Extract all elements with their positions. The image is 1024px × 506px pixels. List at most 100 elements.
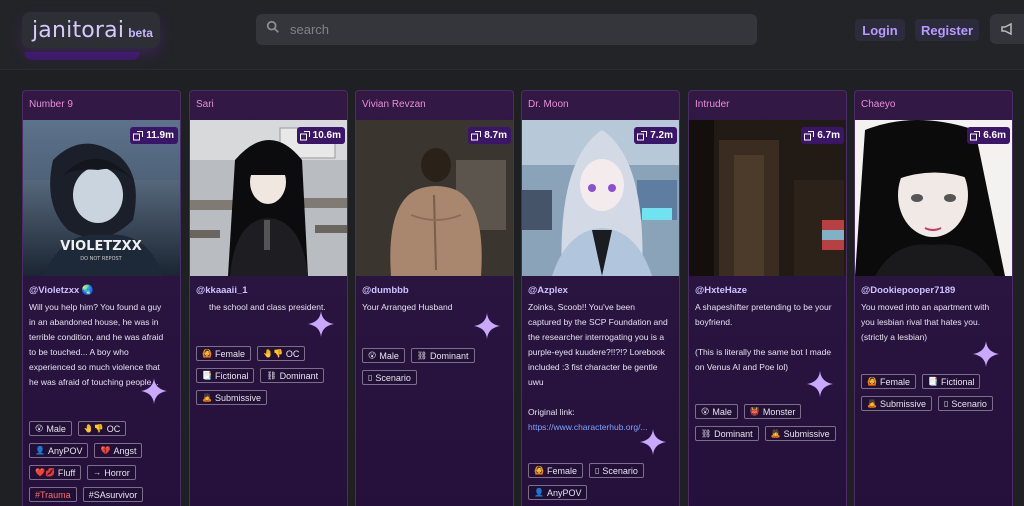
card-title[interactable]: Number 9 [23,91,180,120]
card-title[interactable]: Chaeyo [855,91,1012,120]
description-line: boyfriend. [695,317,733,327]
tag-icon: 🤚👎 [83,424,104,433]
tag[interactable]: 😮 Male [362,348,405,363]
tag[interactable]: 🤚👎 OC [256,346,306,361]
tag[interactable]: ▯ Scenario [362,370,417,385]
character-image[interactable]: VIOLETZXX DO NOT REPOST 11.9m [23,120,180,276]
card-description: A shapeshifter pretending to be your boyf… [689,296,846,375]
tag[interactable]: 👹 Monster [743,404,802,419]
character-card[interactable]: Intruder 6.7m @HxteHaze A shapeshifter pr… [688,90,847,506]
tag[interactable]: → Horror [87,465,136,480]
views-count: 6.6m [983,130,1006,141]
description-line: A shapeshifter pretending to be your [695,302,832,312]
tag[interactable]: 👤 AnyPOV [528,485,588,500]
description-line: Original link: [528,407,575,417]
character-image[interactable]: 7.2m [522,120,679,276]
tag-icon: ▯ [943,399,949,408]
character-card[interactable]: Chaeyo 6.6m @Dookiepooper7189 You moved i… [854,90,1013,506]
tag-icon: 👤 [35,446,45,455]
tag-icon: 📑 [202,371,212,380]
card-title[interactable]: Vivian Revzan [356,91,513,120]
announcement-button[interactable] [990,14,1024,44]
search-input[interactable] [290,22,730,37]
views-badge: 11.9m [130,127,178,144]
sparkle-icon [308,311,334,337]
views-icon [299,130,310,141]
tag[interactable]: 📑 Fictional [921,374,981,389]
login-button[interactable]: Login [855,19,905,41]
description-line: terrible condition, and he was afraid [29,332,164,342]
image-watermark: VIOLETZXX [60,239,141,254]
card-description: Zoinks, Scoob!! You've been captured by t… [522,296,679,435]
tag-label: Dominant [714,428,753,439]
image-watermark-sub: DO NOT REPOST [80,256,122,262]
tag[interactable]: ❤️💋 Fluff [29,465,82,480]
tag[interactable]: #Trauma [29,487,77,502]
tag[interactable]: ⛓ Dominant [695,426,759,441]
tag[interactable]: 👤 AnyPOV [29,443,89,458]
tag[interactable]: ▯ Scenario [588,463,644,478]
tag[interactable]: #SAsurvivor [82,487,144,502]
creator-name[interactable]: @Violetzxx 🌏 [23,276,180,296]
tag-list: 🙆 Female ▯ Scenario 👤 AnyPOV [528,463,675,500]
tag-label: Fictional [940,376,975,387]
creator-name[interactable]: @dumbbb [356,276,513,296]
tag-icon: 😮 [701,407,710,416]
logo-underline [24,52,140,60]
beta-badge: beta [128,26,153,40]
creator-name[interactable]: @Azplex [522,276,679,296]
creator-name[interactable]: @HxteHaze [689,276,846,296]
character-image[interactable]: 6.6m [855,120,1012,276]
description-line [695,330,840,345]
megaphone-icon [1001,22,1012,36]
tag-icon: 🙇 [770,429,781,438]
tag[interactable]: 🙇 Submissive [764,426,836,441]
character-card[interactable]: Vivian Revzan 8.7m @dumbbb Your Arranged … [355,90,514,506]
tag[interactable]: ▯ Scenario [937,396,993,411]
card-title[interactable]: Dr. Moon [522,91,679,120]
creator-name[interactable]: @Dookiepooper7189 [855,276,1012,296]
card-title[interactable]: Sari [190,91,347,120]
tag[interactable]: 😮 Male [695,404,738,419]
tag-label: Horror [104,467,130,478]
tag[interactable]: 🤚👎 OC [77,421,127,436]
tag-icon: 🙇 [867,399,877,408]
tag[interactable]: 😮 Male [29,421,72,436]
register-button[interactable]: Register [915,19,979,41]
character-card[interactable]: Number 9 VIOLETZXX DO NOT REPOST 11.9m @… [22,90,181,506]
description-line: experienced so much violence that [29,362,160,372]
views-badge: 8.7m [468,127,511,144]
tag[interactable]: ⛓ Dominant [410,348,475,363]
tag-icon: 🙆 [867,377,877,386]
tag-label: Angst [113,445,137,456]
tag-label: #Trauma [35,489,71,500]
tag-label: Monster [762,406,796,417]
views-count: 6.7m [817,130,840,141]
character-image[interactable]: 10.6m [190,120,347,276]
tag-label: Male [379,350,399,361]
tag[interactable]: 🙇 Submissive [861,396,932,411]
tag-label: Scenario [602,465,638,476]
tag[interactable]: 🙆 Female [196,346,251,361]
tag-label: Fictional [214,370,249,381]
tag-label: Female [214,348,245,359]
tag-icon: 😮 [35,424,44,433]
character-image[interactable]: 8.7m [356,120,513,276]
tag[interactable]: 🙆 Female [528,463,583,478]
tag[interactable]: 💔 Angst [94,443,143,458]
card-title[interactable]: Intruder [689,91,846,120]
tag-icon: 👤 [534,488,544,497]
tag[interactable]: 🙇 Submissive [196,390,267,405]
tag[interactable]: 📑 Fictional [196,368,255,383]
tag-label: #SAsurvivor [88,489,138,500]
tag-list: 🙆 Female 🤚👎 OC 📑 Fictional ⛓ Dominant 🙇 Submissiv… [196,346,343,405]
search-bar[interactable] [256,14,757,45]
logo[interactable]: janitorai beta [22,12,160,48]
tag[interactable]: ⛓ Dominant [260,368,325,383]
creator-name[interactable]: @kkaaaii_1 [190,276,347,296]
tag-label: Dominant [430,350,469,361]
character-card[interactable]: Sari 10.6m @kkaaaii_1 the school and clas… [189,90,348,506]
character-image[interactable]: 6.7m [689,120,846,276]
tag[interactable]: 🙆 Female [861,374,916,389]
character-card[interactable]: Dr. Moon 7.2m @Azplex Zoinks, Scoob!! You… [521,90,680,506]
